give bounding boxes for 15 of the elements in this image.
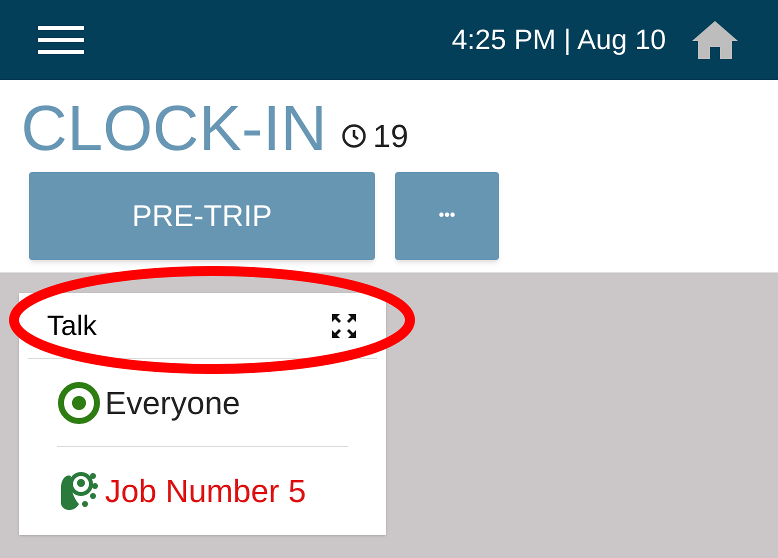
page-title: CLOCK-IN	[21, 92, 327, 164]
menu-icon[interactable]	[38, 24, 84, 56]
channel-item[interactable]: Everyone	[57, 359, 348, 447]
channel-label: Job Number 5	[105, 472, 306, 511]
clock-icon	[340, 123, 367, 149]
radio-target-icon	[57, 380, 101, 424]
channel-item[interactable]: Job Number 5	[57, 447, 348, 535]
date-time: 4:25 PM | Aug 10	[452, 23, 666, 57]
channel-label: Everyone	[105, 384, 240, 423]
home-icon[interactable]	[690, 19, 740, 61]
card-title: Talk	[47, 308, 97, 342]
expand-icon[interactable]	[330, 312, 358, 340]
more-button[interactable]: •••	[395, 172, 499, 260]
timer-count: 19	[372, 117, 408, 156]
pre-trip-button[interactable]: PRE-TRIP	[29, 172, 375, 260]
